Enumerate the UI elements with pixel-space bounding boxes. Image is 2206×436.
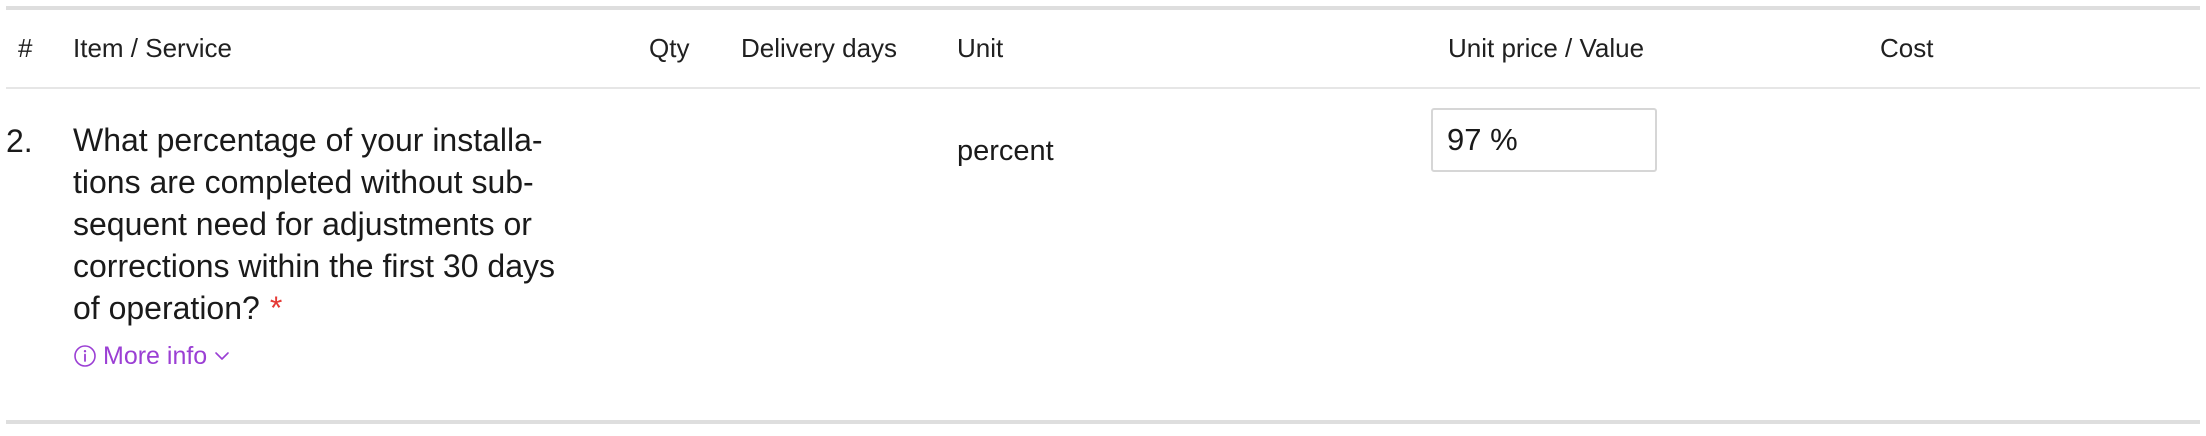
- unit-cell: percent: [957, 135, 1054, 167]
- info-circle-icon: [73, 344, 97, 368]
- question-line-last: of operation? *: [73, 287, 633, 329]
- more-info-toggle[interactable]: More info: [73, 340, 231, 372]
- question-line: corrections within the first 30 days: [73, 248, 555, 284]
- table-bottom-border: [6, 420, 2200, 424]
- header-qty: Qty: [649, 33, 690, 63]
- required-marker: *: [269, 290, 283, 326]
- line-items-table: # Item / Service Qty Delivery days Unit …: [0, 0, 2206, 436]
- more-info-label: More info: [103, 342, 208, 370]
- table-top-border: [6, 6, 2200, 10]
- chevron-down-icon: [213, 347, 231, 365]
- header-divider: [6, 87, 2200, 89]
- header-unit-price-value: Unit price / Value: [1448, 33, 1645, 63]
- question-line: What percentage of your installa-: [73, 122, 543, 158]
- question-line: of operation?: [73, 290, 260, 326]
- question-line: sequent need for adjustments or: [73, 206, 532, 242]
- header-cost: Cost: [1880, 33, 1934, 63]
- row-number: 2.: [6, 123, 33, 159]
- question-line: tions are completed without sub-: [73, 164, 534, 200]
- question-text: What percentage of your installa- tions …: [73, 119, 633, 329]
- header-unit: Unit: [957, 33, 1004, 63]
- value-input[interactable]: [1431, 108, 1657, 172]
- header-item-service: Item / Service: [73, 33, 232, 63]
- header-delivery-days: Delivery days: [741, 33, 898, 63]
- header-number: #: [18, 33, 33, 63]
